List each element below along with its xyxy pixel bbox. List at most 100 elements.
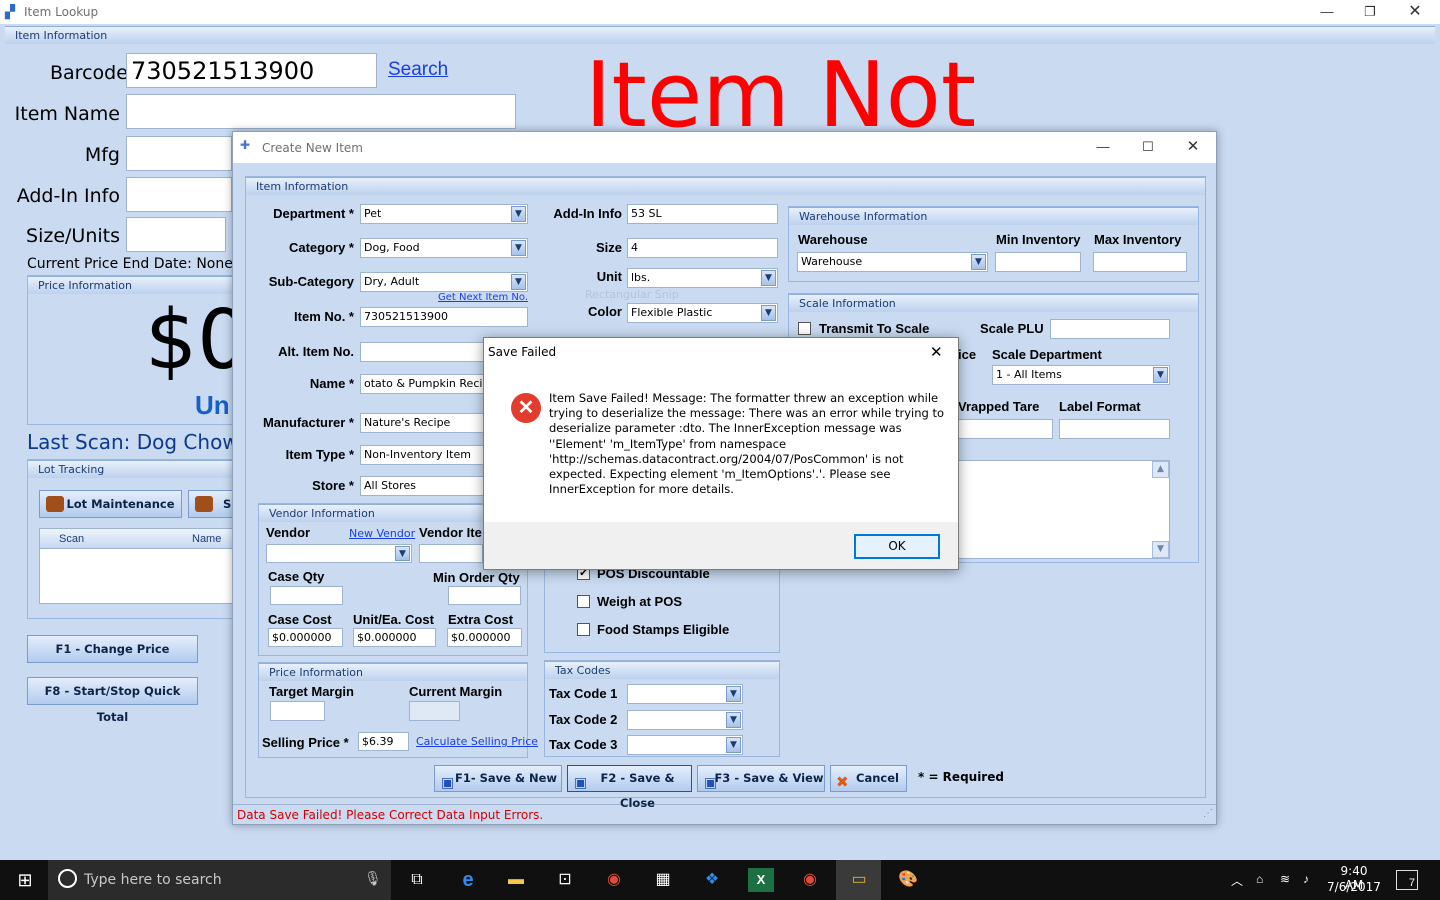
chevron-down-icon[interactable]: ▼ — [726, 712, 741, 728]
cancel-button[interactable]: ✖ Cancel — [830, 765, 907, 792]
addin-info-input[interactable]: 53 SL — [627, 204, 778, 224]
save-close-button[interactable]: ▣ F2 - Save & Close — [567, 765, 692, 810]
minimize-icon[interactable]: — — [1088, 137, 1118, 157]
size-field[interactable]: 4 — [627, 238, 778, 258]
mfg-input[interactable] — [126, 136, 232, 171]
tray-network-icon[interactable]: ⌂ — [1256, 872, 1263, 886]
scroll-down-icon[interactable]: ▼ — [1152, 541, 1169, 558]
barcode-input[interactable]: 730521513900 — [126, 53, 377, 88]
unit-cost-input[interactable]: $0.000000 — [353, 628, 436, 647]
f8-quick-total-button[interactable]: F8 - Start/Stop Quick Total — [27, 677, 198, 724]
chrome-icon[interactable]: ◉ — [601, 868, 627, 892]
max-inventory-input[interactable] — [1093, 252, 1187, 272]
extra-cost-input[interactable]: $0.000000 — [447, 628, 522, 647]
taskbar-search[interactable]: Type here to search 🎙 — [48, 860, 391, 900]
item-name-input[interactable] — [126, 94, 516, 129]
chevron-down-icon[interactable]: ▼ — [511, 206, 526, 222]
chevron-down-icon[interactable]: ▼ — [971, 254, 986, 270]
tax-code-3-select[interactable]: ▼ — [627, 735, 743, 755]
chevron-down-icon[interactable]: ▼ — [395, 546, 410, 561]
vendor-item-input[interactable] — [419, 544, 483, 563]
label-format-input[interactable] — [1059, 419, 1170, 439]
microphone-icon[interactable]: 🎙 — [364, 870, 382, 887]
floppy-icon: ▣ — [441, 775, 455, 791]
target-margin-input[interactable] — [270, 701, 325, 721]
manufacturer-input[interactable]: Nature's Recipe — [360, 413, 485, 433]
food-stamps-checkbox[interactable] — [577, 623, 590, 636]
min-inventory-input[interactable] — [995, 252, 1081, 272]
case-qty-input[interactable] — [270, 586, 343, 605]
scroll-up-icon[interactable]: ▲ — [1152, 461, 1169, 478]
get-next-item-link[interactable]: Get Next Item No. — [438, 292, 528, 303]
chevron-down-icon[interactable]: ▼ — [511, 240, 526, 256]
lot-maintenance-button[interactable]: Lot Maintenance — [39, 490, 182, 518]
itemno-input[interactable]: 730521513900 — [360, 307, 528, 327]
addin-input[interactable] — [126, 177, 232, 212]
size-input[interactable] — [126, 217, 226, 252]
close-icon[interactable]: ✕ — [1400, 2, 1430, 22]
altitem-input[interactable] — [360, 342, 485, 362]
clock-date[interactable]: 7/6/2017 — [1326, 880, 1382, 894]
weigh-at-pos-checkbox[interactable] — [577, 595, 590, 608]
task-view-icon[interactable]: ⧉ — [404, 868, 430, 892]
dropbox-icon[interactable]: ❖ — [699, 868, 725, 892]
tax-code-1-select[interactable]: ▼ — [627, 684, 743, 704]
transmit-scale-checkbox[interactable] — [798, 322, 811, 335]
ok-button[interactable]: OK — [854, 534, 940, 559]
store-icon[interactable]: ⊡ — [552, 868, 578, 892]
save-new-button[interactable]: ▣ F1- Save & New — [434, 765, 562, 792]
dialog-close-icon[interactable]: ✕ — [930, 343, 943, 361]
tray-chevron-icon[interactable]: ︿ — [1231, 872, 1243, 889]
create-price-header: Price Information — [259, 663, 527, 681]
category-select[interactable]: Dog, Food ▼ — [360, 238, 528, 258]
notification-center-icon[interactable]: 7 — [1396, 870, 1418, 890]
paint-icon[interactable]: 🎨 — [895, 868, 921, 892]
tray-volume-icon[interactable]: ♪ — [1303, 872, 1309, 886]
f1-change-price-button[interactable]: F1 - Change Price — [27, 635, 198, 663]
vendor-select[interactable]: ▼ — [266, 544, 412, 563]
maximize-icon[interactable]: ☐ — [1133, 137, 1163, 157]
file-explorer-icon[interactable]: ▬ — [503, 868, 529, 892]
search-link[interactable]: Search — [388, 59, 448, 81]
new-vendor-link[interactable]: New Vendor — [349, 527, 415, 540]
edge-icon[interactable]: e — [455, 868, 481, 892]
scale-text-area[interactable]: ▲ ▼ — [958, 460, 1170, 559]
calc-selling-price-link[interactable]: Calculate Selling Price — [416, 735, 538, 748]
chevron-down-icon[interactable]: ▼ — [511, 274, 526, 290]
resize-grip-icon[interactable]: ⋰ — [1203, 808, 1213, 819]
calculator-icon[interactable]: ▦ — [650, 868, 676, 892]
department-select[interactable]: Pet ▼ — [360, 204, 528, 224]
chevron-down-icon[interactable]: ▼ — [1153, 367, 1168, 383]
restore-icon[interactable]: ❐ — [1355, 2, 1385, 22]
warehouse-select[interactable]: Warehouse ▼ — [797, 252, 988, 272]
wrapped-tare-input[interactable] — [958, 419, 1053, 439]
chevron-down-icon[interactable]: ▼ — [726, 737, 741, 753]
last-scan-text: Last Scan: Dog Chow — [27, 430, 239, 454]
color-select[interactable]: Flexible Plastic ▼ — [627, 303, 778, 323]
chevron-down-icon[interactable]: ▼ — [726, 686, 741, 702]
chevron-down-icon[interactable]: ▼ — [761, 305, 776, 321]
unit-select[interactable]: lbs. ▼ — [627, 268, 778, 288]
selling-price-input[interactable]: $6.39 — [358, 732, 409, 751]
excel-icon[interactable]: X — [748, 868, 774, 892]
tax-code-2-select[interactable]: ▼ — [627, 710, 743, 730]
min-order-qty-input[interactable] — [448, 586, 521, 605]
case-cost-input[interactable]: $0.000000 — [268, 628, 343, 647]
pos-app-icon[interactable]: ▭ — [846, 868, 872, 892]
save-view-button[interactable]: ▣ F3 - Save & View — [697, 765, 825, 792]
lot-second-button[interactable]: S — [188, 490, 233, 518]
min-order-qty-label: Min Order Qty — [433, 570, 520, 585]
itemtype-select[interactable]: Non-Inventory Item — [360, 445, 485, 465]
name-input[interactable]: otato & Pumpkin Recipe D — [360, 374, 485, 394]
subcategory-select[interactable]: Dry, Adult ▼ — [360, 272, 528, 292]
chevron-down-icon[interactable]: ▼ — [761, 270, 776, 286]
scale-department-select[interactable]: 1 - All Items ▼ — [992, 365, 1170, 385]
chrome-icon-2[interactable]: ◉ — [797, 868, 823, 892]
windows-start-icon[interactable]: ⊞ — [12, 868, 38, 892]
tray-wifi-icon[interactable]: ≋ — [1280, 872, 1290, 886]
close-icon[interactable]: ✕ — [1178, 137, 1208, 157]
lot-grid[interactable]: Scan Name — [39, 528, 233, 604]
store-select[interactable]: All Stores — [360, 476, 485, 496]
minimize-icon[interactable]: — — [1312, 2, 1342, 22]
scale-plu-input[interactable] — [1050, 319, 1170, 339]
